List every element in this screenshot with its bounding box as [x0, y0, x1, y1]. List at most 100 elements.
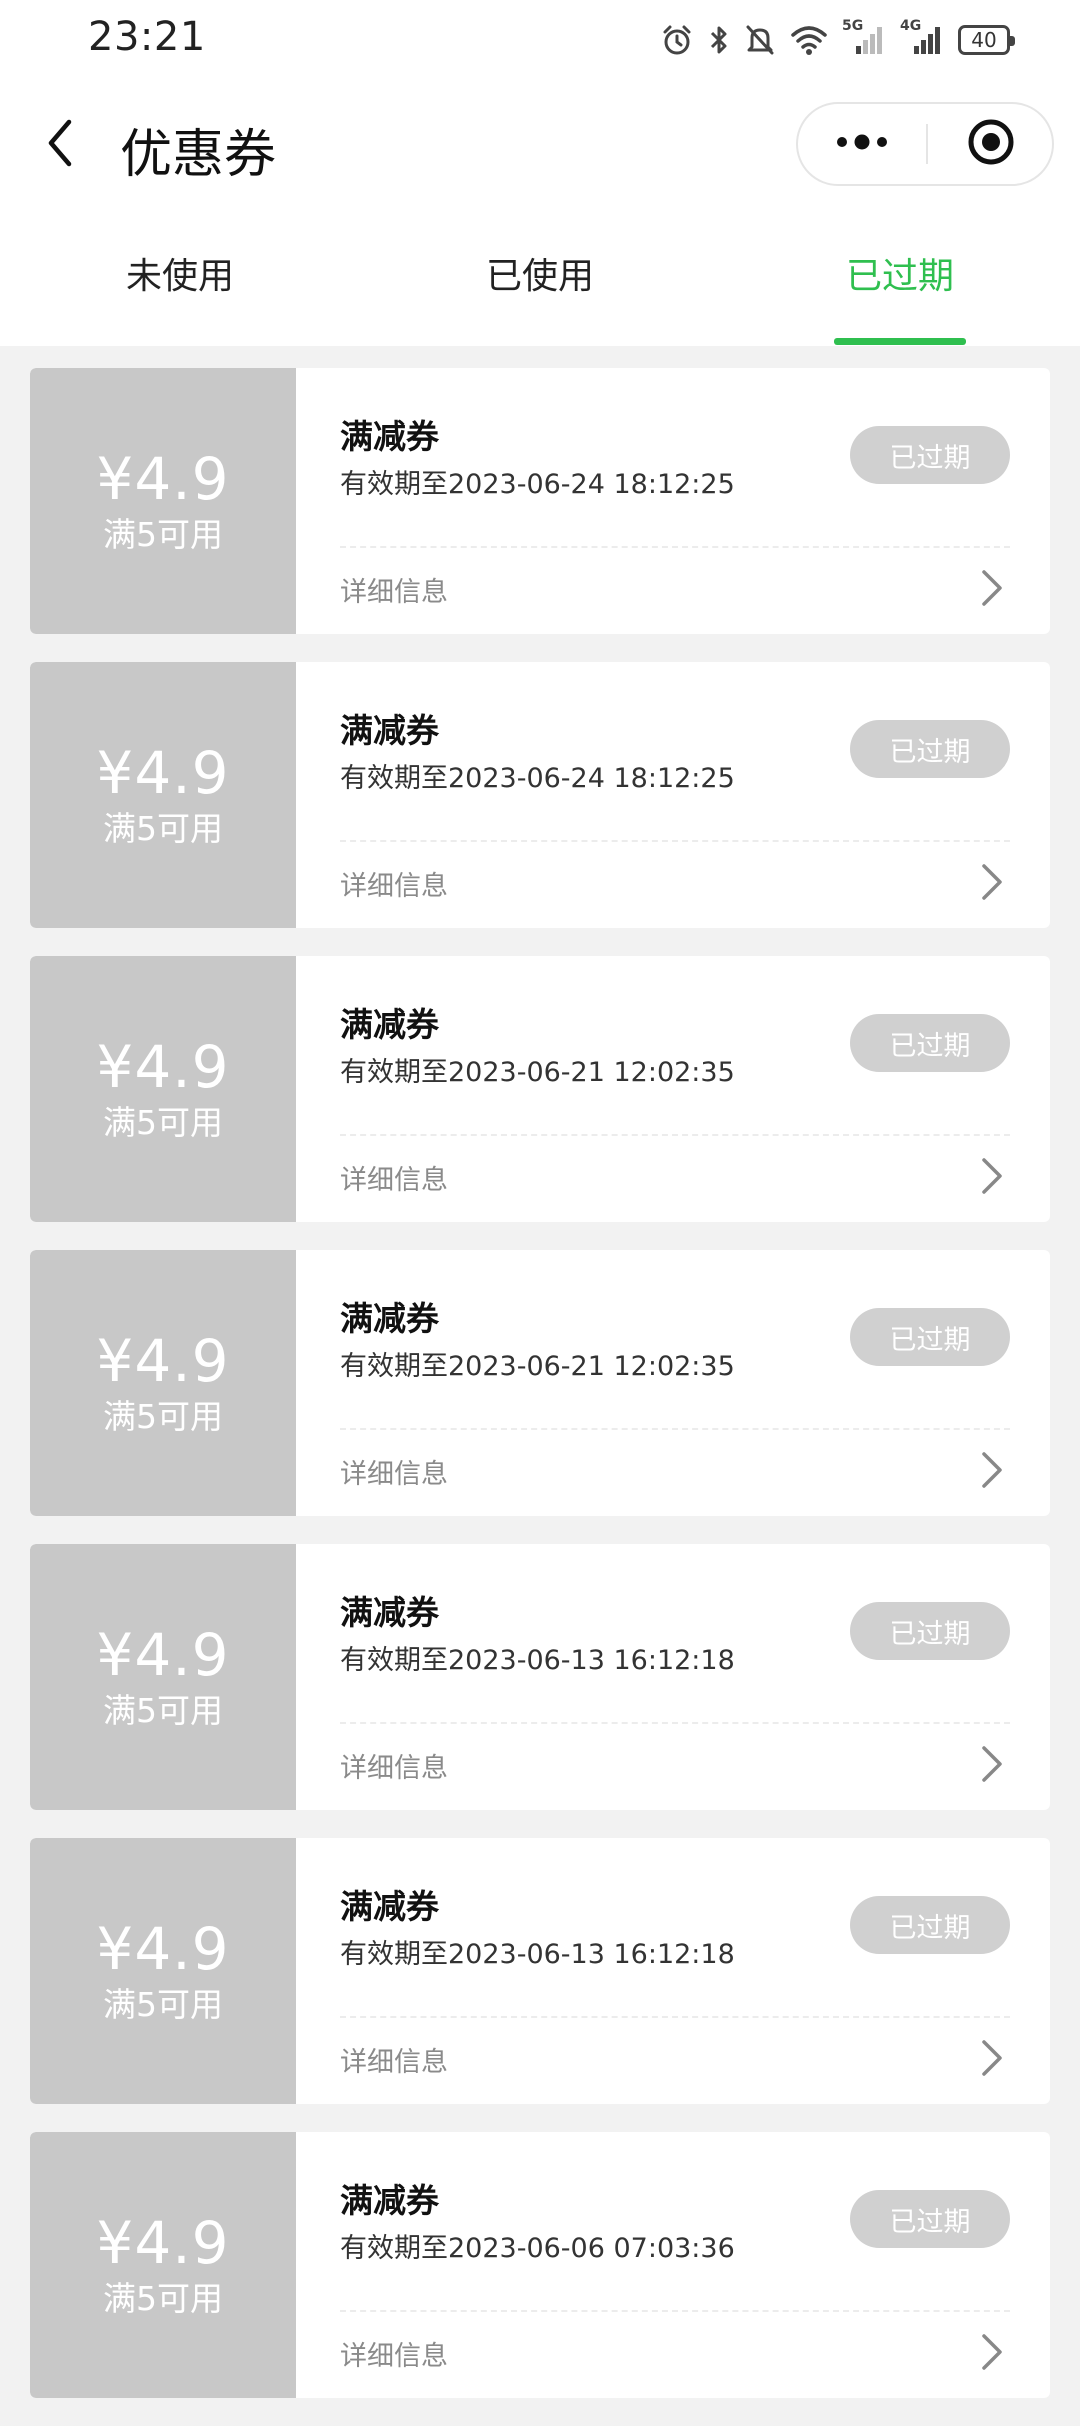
coupon-value-panel: ¥4.9 满5可用 [30, 2132, 296, 2398]
nav-bar: 优惠券 [0, 80, 1080, 210]
coupon-value-panel: ¥4.9 满5可用 [30, 1544, 296, 1810]
close-mini-program-button[interactable] [928, 104, 1054, 184]
coupon-divider [340, 546, 1010, 548]
signal-4g-icon: 4G [900, 18, 944, 58]
coupon-divider [340, 1722, 1010, 1724]
coupon-detail-link[interactable]: 详细信息 [340, 570, 448, 609]
coupon-value-panel: ¥4.9 满5可用 [30, 662, 296, 928]
chevron-right-icon[interactable] [976, 566, 1006, 610]
coupon-expiry: 有效期至2023-06-24 18:12:25 [340, 763, 735, 794]
page-title: 优惠券 [120, 125, 277, 185]
coupon-condition: 满5可用 [103, 1103, 223, 1142]
coupon-card[interactable]: ¥4.9 满5可用 满减券 有效期至2023-06-13 16:12:18 已过… [30, 1544, 1050, 1810]
coupon-list: ¥4.9 满5可用 满减券 有效期至2023-06-24 18:12:25 已过… [30, 368, 1050, 2426]
chevron-right-icon[interactable] [976, 1742, 1006, 1786]
coupon-amount: ¥4.9 [96, 445, 230, 513]
coupon-condition: 满5可用 [103, 1397, 223, 1436]
bluetooth-icon [708, 23, 730, 57]
chevron-right-icon[interactable] [976, 860, 1006, 904]
coupon-status-badge: 已过期 [850, 1308, 1010, 1366]
coupon-condition: 满5可用 [103, 1691, 223, 1730]
coupon-divider [340, 1134, 1010, 1136]
coupon-value-panel: ¥4.9 满5可用 [30, 368, 296, 634]
coupon-value-panel: ¥4.9 满5可用 [30, 956, 296, 1222]
coupon-amount: ¥4.9 [96, 1033, 230, 1101]
coupon-expiry: 有效期至2023-06-24 18:12:25 [340, 469, 735, 500]
target-close-icon [966, 117, 1016, 171]
coupon-detail-link[interactable]: 详细信息 [340, 1746, 448, 1785]
tab-bar: 未使用 已使用 已过期 [0, 210, 1080, 346]
coupon-condition: 满5可用 [103, 809, 223, 848]
signal-5g-icon: 5G [842, 18, 886, 58]
coupon-detail-link[interactable]: 详细信息 [340, 1452, 448, 1491]
coupon-value-panel: ¥4.9 满5可用 [30, 1838, 296, 2104]
tab-expired[interactable]: 已过期 [720, 210, 1080, 346]
coupon-name: 满减券 [340, 417, 439, 456]
tab-used[interactable]: 已使用 [360, 210, 720, 346]
coupon-expiry: 有效期至2023-06-13 16:12:18 [340, 1939, 735, 1970]
coupon-card[interactable]: ¥4.9 满5可用 满减券 有效期至2023-06-21 12:02:35 已过… [30, 956, 1050, 1222]
coupon-detail-link[interactable]: 详细信息 [340, 2040, 448, 2079]
coupon-amount: ¥4.9 [96, 1915, 230, 1983]
status-bar: 23:21 5G 4G 40 [0, 0, 1080, 80]
coupon-card[interactable]: ¥4.9 满5可用 满减券 有效期至2023-06-06 07:03:36 已过… [30, 2132, 1050, 2398]
coupon-detail-link[interactable]: 详细信息 [340, 2334, 448, 2373]
battery-icon: 40 [958, 25, 1015, 55]
coupon-value-panel: ¥4.9 满5可用 [30, 1250, 296, 1516]
chevron-right-icon[interactable] [976, 1154, 1006, 1198]
coupon-condition: 满5可用 [103, 515, 223, 554]
coupon-info-panel: 满减券 有效期至2023-06-21 12:02:35 已过期 详细信息 [296, 1250, 1050, 1516]
coupon-info-panel: 满减券 有效期至2023-06-13 16:12:18 已过期 详细信息 [296, 1838, 1050, 2104]
coupon-expiry: 有效期至2023-06-21 12:02:35 [340, 1351, 735, 1382]
active-tab-indicator [834, 338, 966, 345]
chevron-left-icon [45, 118, 75, 172]
coupon-card[interactable]: ¥4.9 满5可用 满减券 有效期至2023-06-13 16:12:18 已过… [30, 1838, 1050, 2104]
coupon-card[interactable]: ¥4.9 满5可用 满减券 有效期至2023-06-21 12:02:35 已过… [30, 1250, 1050, 1516]
coupon-status-badge: 已过期 [850, 1014, 1010, 1072]
coupon-expiry: 有效期至2023-06-13 16:12:18 [340, 1645, 735, 1676]
coupon-name: 满减券 [340, 711, 439, 750]
coupon-status-badge: 已过期 [850, 1602, 1010, 1660]
more-dots-icon [835, 134, 889, 154]
alarm-icon [660, 23, 694, 57]
mute-icon [744, 23, 776, 57]
coupon-name: 满减券 [340, 2181, 439, 2220]
coupon-status-badge: 已过期 [850, 720, 1010, 778]
coupon-info-panel: 满减券 有效期至2023-06-24 18:12:25 已过期 详细信息 [296, 662, 1050, 928]
coupon-amount: ¥4.9 [96, 2209, 230, 2277]
chevron-right-icon[interactable] [976, 2330, 1006, 2374]
coupon-amount: ¥4.9 [96, 739, 230, 807]
coupon-status-badge: 已过期 [850, 426, 1010, 484]
battery-level: 40 [971, 28, 997, 52]
mini-program-capsule [796, 102, 1054, 186]
coupon-name: 满减券 [340, 1005, 439, 1044]
chevron-right-icon[interactable] [976, 2036, 1006, 2080]
coupon-name: 满减券 [340, 1299, 439, 1338]
coupon-divider [340, 2016, 1010, 2018]
more-button[interactable] [798, 104, 926, 184]
coupon-info-panel: 满减券 有效期至2023-06-13 16:12:18 已过期 详细信息 [296, 1544, 1050, 1810]
coupon-name: 满减券 [340, 1887, 439, 1926]
chevron-right-icon[interactable] [976, 1448, 1006, 1492]
coupon-expiry: 有效期至2023-06-06 07:03:36 [340, 2233, 735, 2264]
coupon-condition: 满5可用 [103, 1985, 223, 2024]
coupon-divider [340, 840, 1010, 842]
coupon-amount: ¥4.9 [96, 1327, 230, 1395]
coupon-detail-link[interactable]: 详细信息 [340, 864, 448, 903]
coupon-card[interactable]: ¥4.9 满5可用 满减券 有效期至2023-06-24 18:12:25 已过… [30, 662, 1050, 928]
coupon-amount: ¥4.9 [96, 1621, 230, 1689]
coupon-expiry: 有效期至2023-06-21 12:02:35 [340, 1057, 735, 1088]
back-button[interactable] [30, 110, 90, 180]
tab-unused[interactable]: 未使用 [0, 210, 360, 346]
coupon-status-badge: 已过期 [850, 1896, 1010, 1954]
coupon-card[interactable]: ¥4.9 满5可用 满减券 有效期至2023-06-24 18:12:25 已过… [30, 368, 1050, 634]
coupon-divider [340, 1428, 1010, 1430]
wifi-icon [790, 23, 828, 57]
coupon-divider [340, 2310, 1010, 2312]
status-icons: 5G 4G 40 [660, 18, 1015, 62]
coupon-info-panel: 满减券 有效期至2023-06-24 18:12:25 已过期 详细信息 [296, 368, 1050, 634]
status-time: 23:21 [88, 14, 206, 60]
coupon-info-panel: 满减券 有效期至2023-06-06 07:03:36 已过期 详细信息 [296, 2132, 1050, 2398]
coupon-info-panel: 满减券 有效期至2023-06-21 12:02:35 已过期 详细信息 [296, 956, 1050, 1222]
coupon-detail-link[interactable]: 详细信息 [340, 1158, 448, 1197]
